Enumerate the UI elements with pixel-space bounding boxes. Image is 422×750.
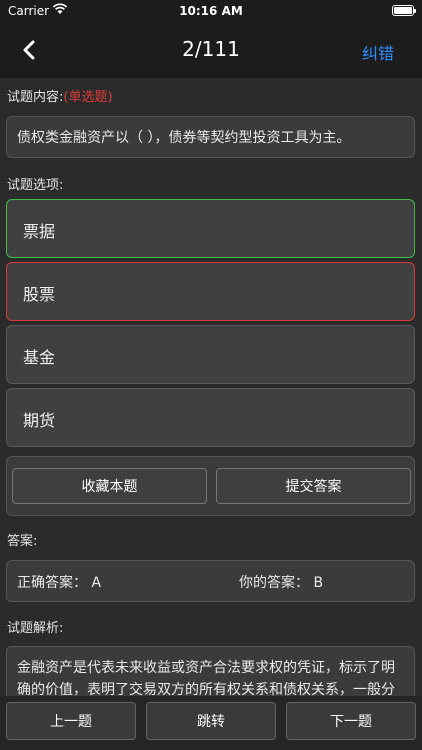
report-error-button[interactable]: 纠错 xyxy=(362,40,394,64)
favorite-button[interactable]: 收藏本题 xyxy=(12,468,207,504)
previous-question-button[interactable]: 上一题 xyxy=(6,702,136,740)
battery-icon xyxy=(392,5,416,16)
question-type-tag: (单选题) xyxy=(63,90,113,105)
answer-label: 答案: xyxy=(7,534,38,549)
option-label: 股票 xyxy=(23,285,56,304)
analysis-label: 试题解析: xyxy=(7,621,64,636)
question-text: 债权类金融资产以（ ），债券等契约型投资工具为主。 xyxy=(17,130,351,146)
submit-answer-button[interactable]: 提交答案 xyxy=(216,468,411,504)
question-section-label: 试题内容:(单选题) xyxy=(7,86,113,105)
question-text-box: 债权类金融资产以（ ），债券等契约型投资工具为主。 xyxy=(6,116,415,158)
question-counter: 2/111 xyxy=(182,37,240,61)
your-answer-label: 你的答案： xyxy=(239,575,309,591)
option-a[interactable]: 票据 xyxy=(6,199,415,258)
option-c[interactable]: 基金 xyxy=(6,325,415,384)
question-label: 试题内容: xyxy=(7,90,64,105)
answer-box: 正确答案： A 你的答案： B xyxy=(6,560,415,602)
option-label: 票据 xyxy=(23,222,56,241)
your-answer: 你的答案： B xyxy=(239,572,323,592)
next-question-button[interactable]: 下一题 xyxy=(286,702,416,740)
correct-answer-label: 正确答案： xyxy=(17,575,87,591)
correct-answer: 正确答案： A xyxy=(17,572,101,592)
status-bar: Carrier 10:16 AM xyxy=(0,0,422,22)
option-label: 期货 xyxy=(23,411,56,430)
option-b[interactable]: 股票 xyxy=(6,262,415,321)
options-label: 试题选项: xyxy=(7,178,64,193)
jump-button[interactable]: 跳转 xyxy=(146,702,276,740)
clock: 10:16 AM xyxy=(179,4,243,18)
option-label: 基金 xyxy=(23,348,56,367)
analysis-text: 金融资产是代表未来收益或资产合法要求权的凭证，标示了明确的价值，表明了交易双方的… xyxy=(17,660,395,698)
option-d[interactable]: 期货 xyxy=(6,388,415,447)
navigation-bar: 2/111 纠错 xyxy=(0,22,422,78)
correct-answer-value: A xyxy=(91,575,102,591)
your-answer-value: B xyxy=(313,575,324,591)
action-panel: 收藏本题 提交答案 xyxy=(6,456,415,516)
bottom-toolbar: 上一题 跳转 下一题 xyxy=(0,696,422,750)
